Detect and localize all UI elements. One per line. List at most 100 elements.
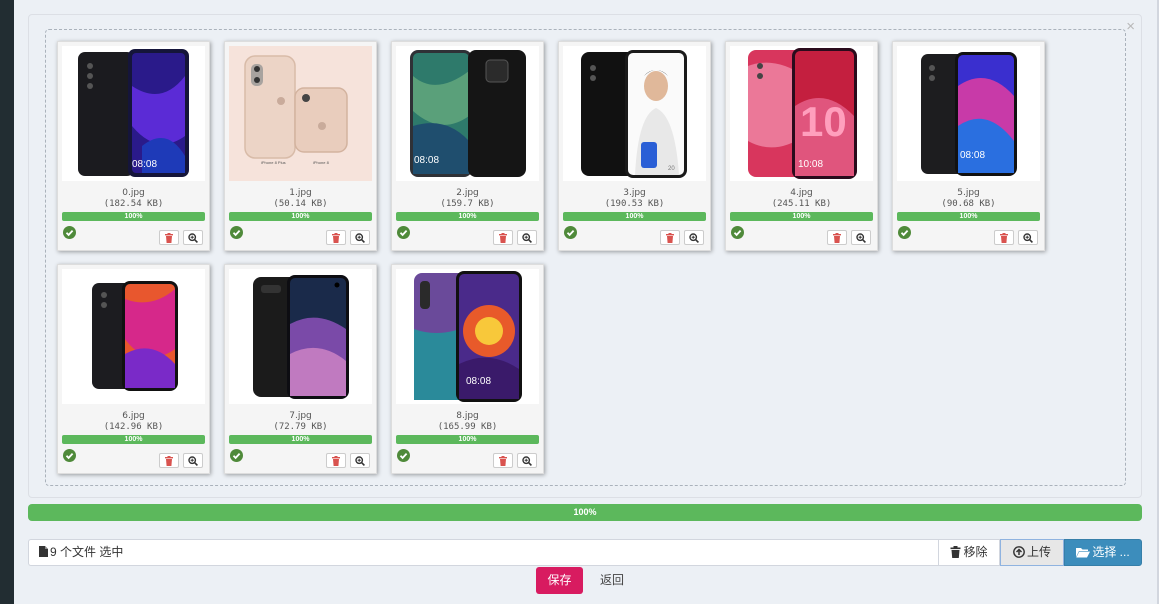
thumbnail-image: 08:08 <box>897 46 1040 181</box>
remove-file-button[interactable] <box>827 230 847 245</box>
svg-text:10:08: 10:08 <box>798 159 823 170</box>
remove-file-button[interactable] <box>493 453 513 468</box>
file-size: (245.11 KB) <box>771 199 832 209</box>
file-size: (190.53 KB) <box>604 199 665 209</box>
thumbnail-image: 08:08 <box>396 46 539 181</box>
svg-text:08:08: 08:08 <box>414 155 439 166</box>
file-progress-bar: 100% <box>62 212 205 221</box>
svg-text:08:08: 08:08 <box>466 376 491 387</box>
upload-success-icon <box>230 449 243 462</box>
zoom-in-icon <box>522 233 532 243</box>
zoom-in-icon <box>856 233 866 243</box>
remove-all-button[interactable]: 移除 <box>938 539 1000 566</box>
upload-success-icon <box>564 226 577 239</box>
upload-success-icon <box>898 226 911 239</box>
thumbnail-image: 08:08 <box>396 269 539 404</box>
svg-text:10: 10 <box>800 98 847 145</box>
close-preview-button[interactable]: × <box>1126 19 1135 34</box>
select-files-button[interactable]: 选择 ... <box>1064 539 1142 566</box>
remove-all-label: 移除 <box>963 545 988 559</box>
file-progress-bar: 100% <box>396 435 539 444</box>
zoom-in-icon <box>188 233 198 243</box>
remove-file-button[interactable] <box>994 230 1014 245</box>
svg-text:iPhone 8: iPhone 8 <box>313 160 330 165</box>
file-size: (50.14 KB) <box>273 199 328 209</box>
zoom-file-button[interactable] <box>350 453 370 468</box>
svg-text:20: 20 <box>668 166 675 172</box>
file-name: 2.jpg <box>456 188 479 198</box>
file-drop-zone[interactable]: 08:08 0.jpg (182.54 KB) 100% iPhone 8 Pl… <box>45 29 1126 486</box>
zoom-file-button[interactable] <box>1018 230 1038 245</box>
file-thumbnail: 08:08 0.jpg (182.54 KB) 100% <box>57 41 210 251</box>
remove-file-button[interactable] <box>493 230 513 245</box>
select-files-label: 选择 ... <box>1092 545 1130 559</box>
file-icon <box>39 546 48 557</box>
file-progress-bar: 100% <box>563 212 706 221</box>
thumbnail-image: iPhone 8 Plus iPhone 8 <box>229 46 372 181</box>
thumbnail-image: 20 <box>563 46 706 181</box>
back-button[interactable]: 返回 <box>590 567 634 594</box>
zoom-file-button[interactable] <box>517 230 537 245</box>
upload-icon <box>1013 546 1025 558</box>
file-progress-bar: 100% <box>897 212 1040 221</box>
remove-file-button[interactable] <box>159 230 179 245</box>
file-name: 3.jpg <box>623 188 646 198</box>
file-size: (90.68 KB) <box>941 199 996 209</box>
file-progress-bar: 100% <box>62 435 205 444</box>
thumbnail-image: 08:08 <box>62 46 205 181</box>
zoom-in-icon <box>355 456 365 466</box>
trash-icon <box>332 233 340 243</box>
overall-progress-bar: 100% <box>28 504 1142 521</box>
trash-icon <box>833 233 841 243</box>
file-progress-bar: 100% <box>730 212 873 221</box>
remove-file-button[interactable] <box>660 230 680 245</box>
svg-text:iPhone 8 Plus: iPhone 8 Plus <box>261 160 286 165</box>
file-size: (165.99 KB) <box>437 422 498 432</box>
file-caption[interactable]: 9 个文件 选中 <box>28 539 938 566</box>
file-thumbnail: 10 10:08 4.jpg (245.11 KB) 100% <box>725 41 878 251</box>
file-name: 1.jpg <box>289 188 312 198</box>
thumbnail-image <box>229 269 372 404</box>
save-button[interactable]: 保存 <box>536 567 583 594</box>
trash-icon <box>499 233 507 243</box>
zoom-file-button[interactable] <box>183 230 203 245</box>
file-name: 0.jpg <box>122 188 145 198</box>
zoom-file-button[interactable] <box>517 453 537 468</box>
file-size: (159.7 KB) <box>440 199 495 209</box>
zoom-file-button[interactable] <box>684 230 704 245</box>
upload-button[interactable]: 上传 <box>1000 539 1064 566</box>
trash-icon <box>950 546 961 558</box>
file-size: (72.79 KB) <box>273 422 328 432</box>
thumbnail-image <box>62 269 205 404</box>
file-name: 7.jpg <box>289 411 312 421</box>
upload-label: 上传 <box>1026 545 1051 559</box>
folder-open-icon <box>1076 548 1091 558</box>
sidebar-edge <box>0 0 14 604</box>
thumbnail-image: 10 10:08 <box>730 46 873 181</box>
file-thumbnail: 7.jpg (72.79 KB) 100% <box>224 264 377 474</box>
file-name: 4.jpg <box>790 188 813 198</box>
upload-success-icon <box>63 226 76 239</box>
file-name: 5.jpg <box>957 188 980 198</box>
trash-icon <box>666 233 674 243</box>
upload-success-icon <box>397 449 410 462</box>
file-size: (142.96 KB) <box>103 422 164 432</box>
file-thumbnail: 08:08 2.jpg (159.7 KB) 100% <box>391 41 544 251</box>
remove-file-button[interactable] <box>326 453 346 468</box>
file-thumbnail: 08:08 5.jpg (90.68 KB) 100% <box>892 41 1045 251</box>
file-name: 8.jpg <box>456 411 479 421</box>
file-progress-bar: 100% <box>229 435 372 444</box>
file-thumbnail: 6.jpg (142.96 KB) 100% <box>57 264 210 474</box>
zoom-file-button[interactable] <box>350 230 370 245</box>
file-thumbnail: 08:08 8.jpg (165.99 KB) 100% <box>391 264 544 474</box>
trash-icon <box>1000 233 1008 243</box>
remove-file-button[interactable] <box>159 453 179 468</box>
file-progress-bar: 100% <box>229 212 372 221</box>
upload-success-icon <box>63 449 76 462</box>
zoom-file-button[interactable] <box>851 230 871 245</box>
file-preview-panel: × 08:08 0.jpg (182.54 KB) 100% iPhone 8 … <box>28 14 1142 498</box>
file-thumbnail: 20 3.jpg (190.53 KB) 100% <box>558 41 711 251</box>
trash-icon <box>499 456 507 466</box>
zoom-file-button[interactable] <box>183 453 203 468</box>
remove-file-button[interactable] <box>326 230 346 245</box>
